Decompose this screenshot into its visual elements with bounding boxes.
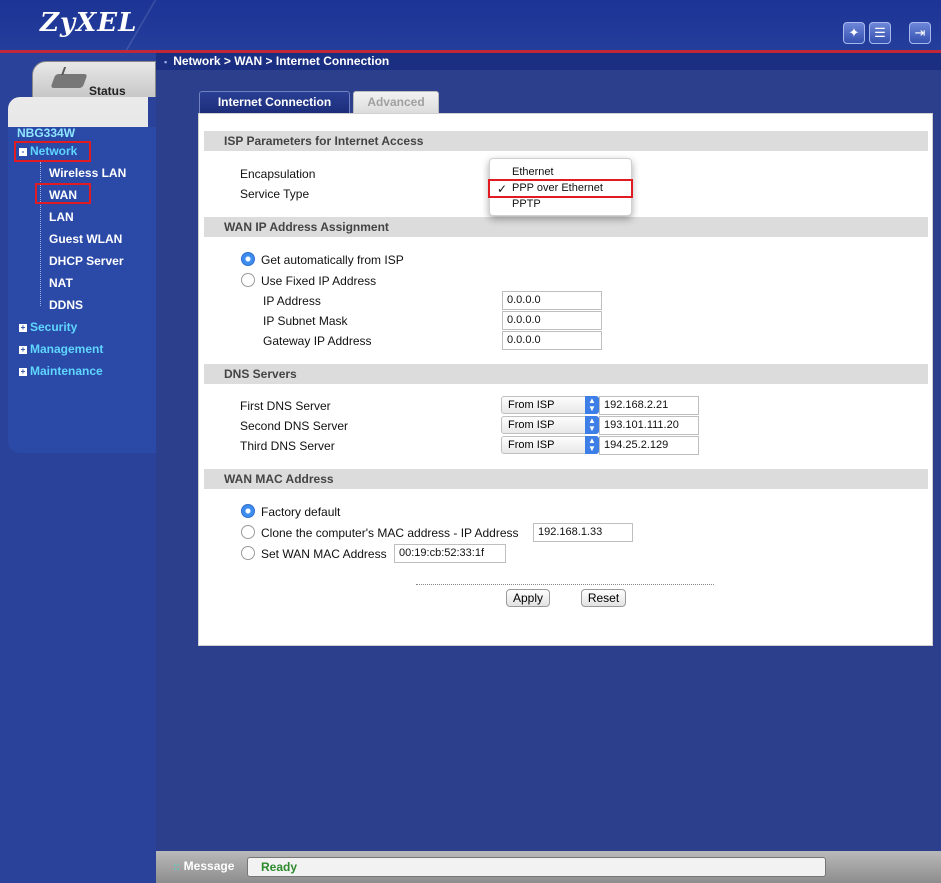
dropdown-option-pptp[interactable]: PPTP <box>512 198 541 210</box>
third-dns-input[interactable]: 194.25.2.129 <box>599 436 699 455</box>
get-auto-label: Get automatically from ISP <box>261 253 404 267</box>
set-mac-input[interactable]: 00:19:cb:52:33:1f <box>394 544 506 563</box>
button-divider <box>416 584 714 585</box>
status-tab-label: Status <box>89 84 126 98</box>
zyxel-logo: ZyXEL <box>40 8 138 38</box>
second-dns-input[interactable]: 193.101.111.20 <box>599 416 699 435</box>
set-mac-label: Set WAN MAC Address <box>261 547 387 561</box>
message-box: Ready <box>247 857 826 877</box>
wizard-icon: ✦ <box>848 25 860 40</box>
sidebar-item-maintenance[interactable]: + Maintenance <box>19 364 103 378</box>
sidebar-item-nat[interactable]: NAT <box>49 276 73 290</box>
sidebar-item-security[interactable]: + Security <box>19 320 77 334</box>
third-dns-label: Third DNS Server <box>240 439 335 453</box>
sidebar-item-ddns[interactable]: DDNS <box>49 298 83 312</box>
sidebar-item-dhcp-server[interactable]: DHCP Server <box>49 254 123 268</box>
set-mac-radio[interactable] <box>241 546 255 560</box>
breadcrumb-bullet-icon: ▪ <box>164 57 168 67</box>
message-title: :: Message <box>173 859 235 873</box>
expand-icon: + <box>19 345 27 354</box>
first-dns-label: First DNS Server <box>240 399 331 413</box>
mac-section-header: WAN MAC Address <box>204 469 928 489</box>
status-bar: :: Message Ready <box>156 851 941 883</box>
gateway-label: Gateway IP Address <box>263 334 372 348</box>
first-dns-select[interactable]: From ISP ▲ ▼ <box>501 396 599 414</box>
select-arrows-icon: ▲ ▼ <box>585 416 599 434</box>
logout-button[interactable]: ⇥ <box>909 22 931 44</box>
reset-button[interactable]: Reset <box>581 589 626 607</box>
breadcrumb-bar: ▪ Network > WAN > Internet Connection <box>156 53 941 70</box>
subnet-mask-input[interactable]: 0.0.0.0 <box>502 311 602 330</box>
header-decoration <box>114 0 286 50</box>
second-dns-select[interactable]: From ISP ▲ ▼ <box>501 416 599 434</box>
expand-icon: + <box>19 367 27 376</box>
breadcrumb: Network > WAN > Internet Connection <box>173 54 390 68</box>
fixed-ip-radio[interactable] <box>241 273 255 287</box>
wizard-button[interactable]: ✦ <box>843 22 865 44</box>
wan-ip-section-header: WAN IP Address Assignment <box>204 217 928 237</box>
ip-address-label: IP Address <box>263 294 321 308</box>
apply-button[interactable]: Apply <box>506 589 550 607</box>
factory-default-label: Factory default <box>261 505 341 519</box>
select-arrows-icon: ▲ ▼ <box>585 436 599 454</box>
sidebar-item-management[interactable]: + Management <box>19 342 103 356</box>
message-bullet-icon: :: <box>173 862 180 873</box>
dropdown-option-ethernet[interactable]: Ethernet <box>512 166 554 178</box>
notes-button[interactable]: ☰ <box>869 22 891 44</box>
sidebar-item-wireless-lan[interactable]: Wireless LAN <box>49 166 126 180</box>
pppoe-highlight <box>488 179 633 198</box>
sidebar-item-lan[interactable]: LAN <box>49 210 74 224</box>
fixed-ip-label: Use Fixed IP Address <box>261 274 377 288</box>
header: ZyXEL ✦ ☰ ⇥ <box>0 0 941 50</box>
third-dns-select[interactable]: From ISP ▲ ▼ <box>501 436 599 454</box>
network-highlight <box>14 141 91 162</box>
service-type-label: Service Type <box>240 187 310 201</box>
isp-section-header: ISP Parameters for Internet Access <box>204 131 928 151</box>
notes-icon: ☰ <box>874 25 886 40</box>
sidebar-item-guest-wlan[interactable]: Guest WLAN <box>49 232 122 246</box>
expand-icon: + <box>19 323 27 332</box>
gateway-input[interactable]: 0.0.0.0 <box>502 331 602 350</box>
encapsulation-label: Encapsulation <box>240 167 316 181</box>
wan-highlight <box>35 183 91 204</box>
clone-mac-label: Clone the computer's MAC address - IP Ad… <box>261 526 519 540</box>
clone-ip-input[interactable]: 192.168.1.33 <box>533 523 633 542</box>
device-name: NBG334W <box>17 126 76 140</box>
subnet-mask-label: IP Subnet Mask <box>263 314 348 328</box>
logout-icon: ⇥ <box>914 25 926 40</box>
clone-mac-radio[interactable] <box>241 525 255 539</box>
second-dns-label: Second DNS Server <box>240 419 349 433</box>
first-dns-input[interactable]: 192.168.2.21 <box>599 396 699 415</box>
tab-advanced[interactable]: Advanced <box>353 91 439 114</box>
tab-internet-connection[interactable]: Internet Connection <box>199 91 350 114</box>
router-icon <box>50 74 88 88</box>
factory-default-radio[interactable] <box>241 504 255 518</box>
get-auto-radio[interactable] <box>241 252 255 266</box>
dns-section-header: DNS Servers <box>204 364 928 384</box>
select-arrows-icon: ▲ ▼ <box>585 396 599 414</box>
ip-address-input[interactable]: 0.0.0.0 <box>502 291 602 310</box>
